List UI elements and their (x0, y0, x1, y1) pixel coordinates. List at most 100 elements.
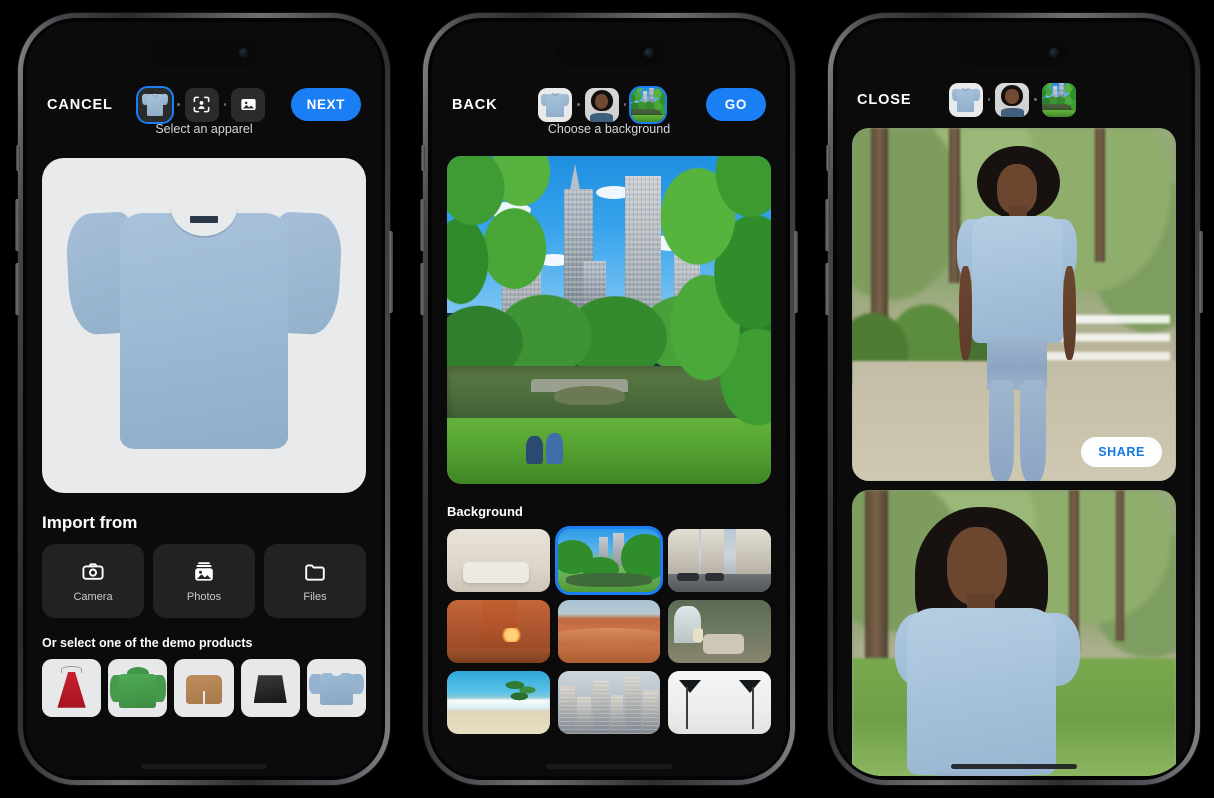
home-indicator (141, 764, 267, 769)
background-select-app: BACK GO Choose a background Background (432, 22, 786, 776)
step-apparel-thumbnail[interactable] (136, 85, 175, 124)
step-indicator (498, 85, 706, 124)
background-option-photo-studio[interactable] (668, 671, 771, 734)
volume-down-button[interactable] (420, 263, 425, 315)
photo-icon (241, 98, 256, 111)
step-indicator (113, 85, 291, 124)
model-figure (891, 507, 1092, 776)
phone-screen: CLOSE SHARE (837, 22, 1191, 776)
couple-on-grass (525, 428, 567, 465)
park-model-scene-art (852, 128, 1176, 481)
result-image-portrait[interactable] (852, 490, 1176, 776)
camera-icon (82, 562, 104, 580)
import-photos-label: Photos (186, 590, 222, 603)
demo-product-hoodie[interactable] (108, 659, 168, 717)
tshirt-thumbnail-art (951, 86, 981, 114)
tshirt-thumbnail-art (141, 92, 169, 118)
front-camera-icon (1049, 48, 1059, 58)
step-separator-dot (223, 103, 227, 106)
step-separator-dot (1034, 98, 1037, 101)
volume-down-button[interactable] (825, 263, 830, 315)
background-option-city-park[interactable] (554, 526, 664, 595)
top-bar: BACK GO (432, 22, 786, 124)
dynamic-island (960, 39, 1068, 67)
import-photos-button[interactable]: Photos (153, 544, 255, 618)
background-option-beach[interactable] (447, 671, 550, 734)
step-background-button[interactable] (231, 87, 266, 122)
volume-up-button[interactable] (420, 199, 425, 251)
demo-product-shorts[interactable] (174, 659, 234, 717)
results-list: SHARE (837, 114, 1191, 776)
screenshot-stage: CANCEL NEXT Select an apparel Import fro… (0, 0, 1214, 798)
front-camera-icon (644, 48, 654, 58)
step-separator-dot (623, 103, 627, 106)
person-frame-icon (193, 96, 210, 113)
volume-up-button[interactable] (825, 199, 830, 251)
step-caption: Choose a background (547, 122, 671, 136)
mute-switch[interactable] (421, 145, 425, 171)
tshirt-preview-art (64, 181, 344, 469)
import-camera-button[interactable]: Camera (42, 544, 144, 618)
apparel-preview-card[interactable] (42, 158, 366, 493)
step-background-thumbnail[interactable] (629, 85, 668, 124)
top-bar: CLOSE (837, 22, 1191, 117)
top-bar: CANCEL NEXT (27, 22, 381, 124)
photos-icon (195, 561, 213, 581)
step-apparel-thumbnail[interactable] (538, 87, 573, 122)
share-button[interactable]: SHARE (1081, 437, 1162, 467)
back-button[interactable]: BACK (452, 97, 498, 113)
import-files-button[interactable]: Files (264, 544, 366, 618)
model-thumbnail-art (995, 82, 1030, 117)
demo-products-row (27, 659, 381, 717)
power-button[interactable] (1198, 231, 1203, 313)
phone-screen: CANCEL NEXT Select an apparel Import fro… (27, 22, 381, 776)
step-model-button[interactable] (184, 87, 219, 122)
background-option-italian-alley[interactable] (447, 600, 550, 663)
step-model-thumbnail[interactable] (584, 87, 619, 122)
background-option-green-interior[interactable] (668, 600, 771, 663)
background-option-living-room[interactable] (447, 529, 550, 592)
step-separator-dot (177, 103, 180, 106)
background-grid-title: Background (447, 504, 523, 519)
park-thumbnail-art (1041, 82, 1076, 117)
home-indicator (951, 764, 1077, 769)
background-option-desert[interactable] (557, 600, 661, 663)
background-preview[interactable] (447, 156, 771, 484)
volume-up-button[interactable] (15, 199, 20, 251)
cancel-button[interactable]: CANCEL (47, 97, 113, 113)
background-grid (432, 526, 786, 734)
result-image-full-body[interactable]: SHARE (852, 128, 1176, 481)
step-model-thumbnail[interactable] (995, 82, 1030, 117)
step-caption: Select an apparel (155, 122, 253, 136)
phone-background-select: BACK GO Choose a background Background (420, 13, 798, 785)
step-separator-dot (987, 98, 991, 101)
demo-product-tshirt[interactable] (306, 659, 367, 717)
import-section-title: Import from (42, 513, 138, 532)
result-view-app: CLOSE SHARE (837, 22, 1191, 776)
park-scene-art (447, 156, 771, 484)
next-button[interactable]: NEXT (290, 88, 361, 121)
background-option-city-skyscrapers[interactable] (557, 671, 661, 734)
apparel-select-app: CANCEL NEXT Select an apparel Import fro… (27, 22, 381, 776)
model-figure (946, 145, 1089, 481)
step-background-thumbnail[interactable] (1041, 82, 1076, 117)
volume-down-button[interactable] (15, 263, 20, 315)
home-indicator (546, 764, 672, 769)
folder-icon (305, 563, 325, 581)
power-button[interactable] (793, 231, 798, 313)
background-option-european-street[interactable] (668, 529, 771, 592)
model-thumbnail-art (584, 87, 619, 122)
mute-switch[interactable] (826, 145, 830, 171)
mute-switch[interactable] (16, 145, 20, 171)
demo-section-title: Or select one of the demo products (42, 636, 253, 650)
demo-product-skirt[interactable] (240, 659, 300, 717)
close-button[interactable]: CLOSE (857, 92, 911, 108)
import-files-label: Files (303, 590, 327, 603)
demo-product-dress[interactable] (42, 659, 102, 717)
step-separator-dot (577, 103, 580, 106)
step-apparel-thumbnail[interactable] (948, 82, 983, 117)
park-portrait-scene-art (852, 490, 1176, 776)
go-button[interactable]: GO (705, 88, 766, 121)
power-button[interactable] (388, 231, 393, 313)
phone-result-view: CLOSE SHARE (825, 13, 1203, 785)
